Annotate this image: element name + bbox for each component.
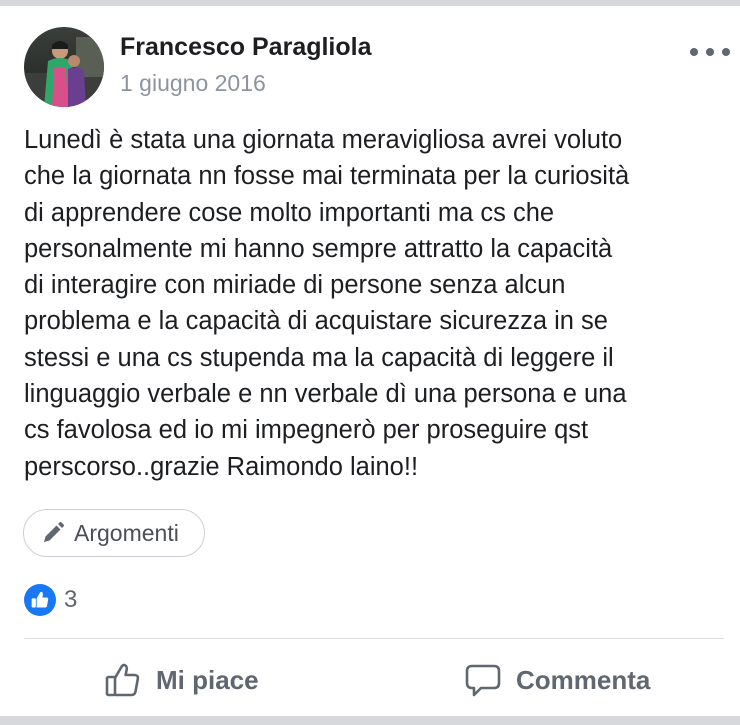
author-avatar[interactable] <box>24 27 104 107</box>
top-separator <box>0 0 740 6</box>
thumbs-up-icon <box>105 663 140 697</box>
post-text: Lunedì è stata una giornata meravigliosa… <box>24 126 630 481</box>
reaction-summary[interactable]: 3 <box>24 584 77 616</box>
topics-label: Argomenti <box>74 519 179 546</box>
like-reaction-icon <box>24 584 56 616</box>
more-dot <box>706 48 714 56</box>
reaction-count: 3 <box>64 586 78 613</box>
author-name[interactable]: Francesco Paragliola <box>120 33 372 62</box>
more-dot <box>690 48 698 56</box>
comment-label: Commenta <box>516 664 651 695</box>
topics-button[interactable]: Argomenti <box>23 509 205 557</box>
comment-bubble-icon <box>465 664 501 697</box>
like-button[interactable]: Mi piace <box>104 656 259 704</box>
pencil-icon <box>40 520 66 546</box>
more-dot <box>722 48 730 56</box>
like-label: Mi piace <box>156 664 259 695</box>
comment-button[interactable]: Commenta <box>464 656 650 704</box>
post-date[interactable]: 1 giugno 2016 <box>120 70 266 97</box>
bottom-separator <box>0 716 740 725</box>
avatar-photo <box>24 27 104 107</box>
more-options-icon[interactable] <box>690 40 730 64</box>
actions-divider <box>24 638 724 639</box>
